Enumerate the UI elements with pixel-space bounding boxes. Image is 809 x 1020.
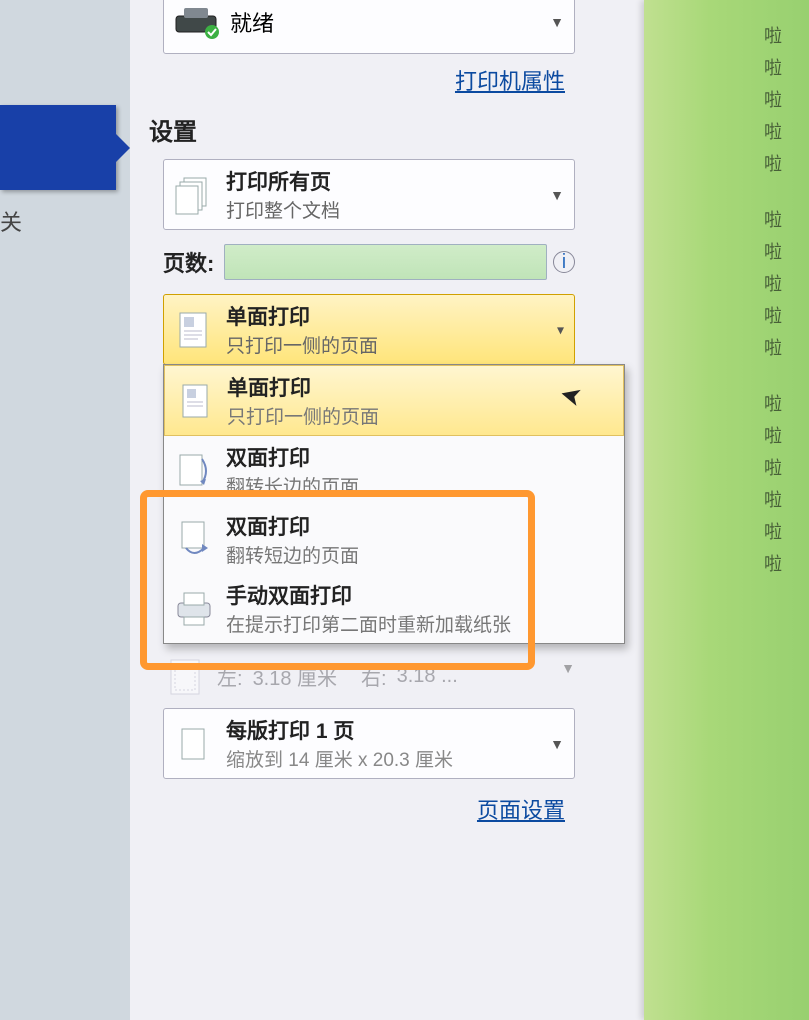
printer-properties-link[interactable]: 打印机属性 <box>145 64 565 96</box>
page-flip-short-icon <box>172 518 216 562</box>
pages-stack-icon <box>170 172 216 218</box>
page-single-icon <box>173 379 217 423</box>
settings-header: 设置 <box>149 112 575 147</box>
print-range-title: 打印所有页 <box>226 166 340 196</box>
duplex-selected-title: 单面打印 <box>226 301 378 331</box>
print-range-dropdown[interactable]: 打印所有页 打印整个文档 ▼ <box>163 159 575 230</box>
printer-ready-icon <box>172 4 220 40</box>
page-single-small-icon <box>170 721 216 767</box>
duplex-option-manual[interactable]: 手动双面打印 在提示打印第二面时重新加载纸张 <box>164 574 624 643</box>
duplex-dropdown[interactable]: 单面打印 只打印一侧的页面 ▾ <box>163 294 575 365</box>
chevron-down-icon: ▼ <box>550 736 564 752</box>
duplex-option-long-edge[interactable]: 双面打印 翻转长边的页面 <box>164 436 624 505</box>
info-icon[interactable]: i <box>553 251 575 273</box>
printer-manual-icon <box>172 587 216 631</box>
margins-icon <box>163 654 207 698</box>
chevron-down-icon: ▼ <box>561 660 575 676</box>
chevron-down-icon: ▾ <box>557 321 564 338</box>
per-sheet-title: 每版打印 1 页 <box>226 715 453 745</box>
print-range-subtitle: 打印整个文档 <box>226 196 340 223</box>
printer-status-text: 就绪 <box>230 6 274 38</box>
print-preview-pane: 啦啦啦啦啦啦啦啦啦啦啦啦啦啦啦啦 <box>644 0 809 1020</box>
pages-per-sheet-dropdown[interactable]: 每版打印 1 页 缩放到 14 厘米 x 20.3 厘米 ▼ <box>163 708 575 779</box>
margins-dropdown[interactable]: 左: 3.18 厘米 右: 3.18 ... ▼ <box>163 654 575 698</box>
chevron-down-icon: ▼ <box>550 14 564 30</box>
duplex-selected-subtitle: 只打印一侧的页面 <box>226 331 378 358</box>
page-setup-link[interactable]: 页面设置 <box>145 793 565 825</box>
page-flip-long-icon <box>172 449 216 493</box>
duplex-option-short-edge[interactable]: 双面打印 翻转短边的页面 <box>164 505 624 574</box>
per-sheet-subtitle: 缩放到 14 厘米 x 20.3 厘米 <box>226 745 453 772</box>
pages-input[interactable] <box>224 244 547 280</box>
duplex-option-single[interactable]: 单面打印 只打印一侧的页面 <box>164 365 624 436</box>
nav-tab-active[interactable] <box>0 105 116 190</box>
page-single-icon <box>170 307 216 353</box>
printer-selector[interactable]: 就绪 ▼ <box>163 0 575 54</box>
pages-label: 页数: <box>163 246 214 278</box>
nav-label-fragment: 关 <box>0 205 22 237</box>
chevron-down-icon: ▼ <box>550 187 564 203</box>
